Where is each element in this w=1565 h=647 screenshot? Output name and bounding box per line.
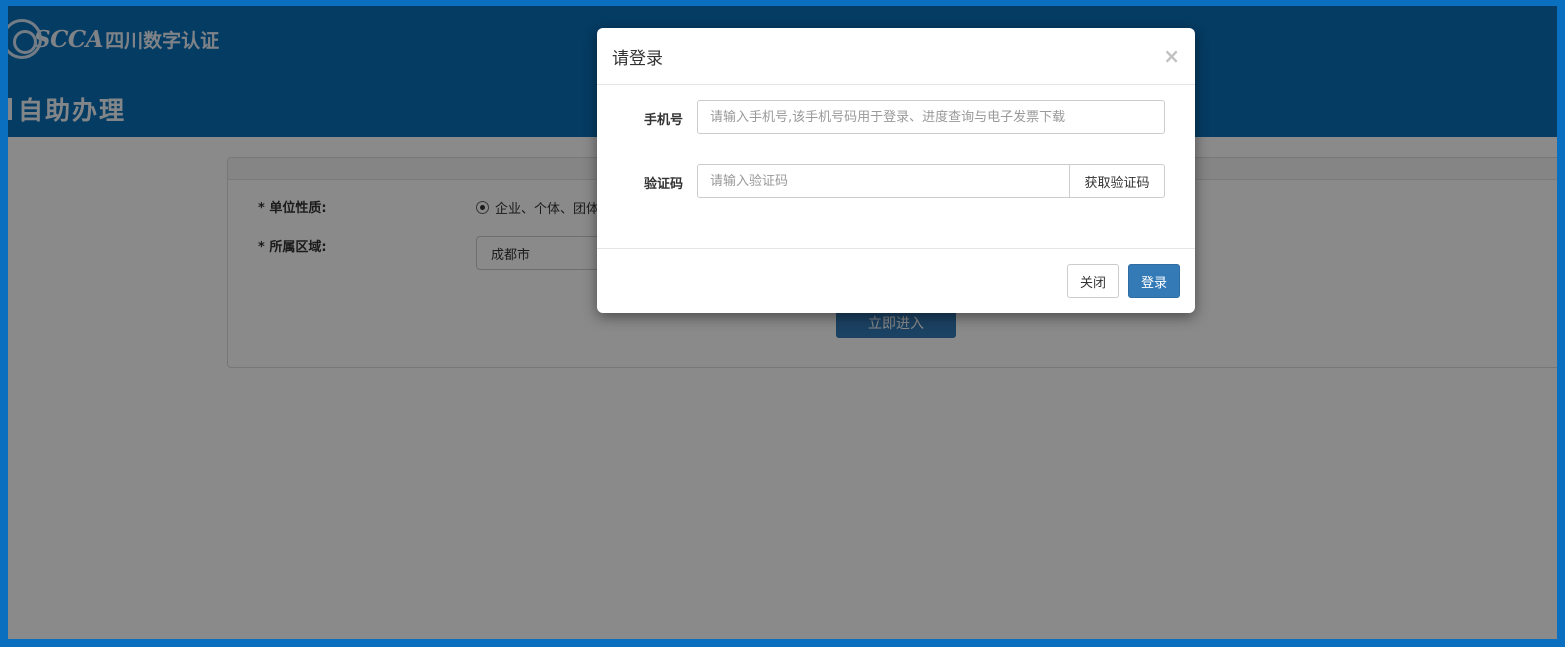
- login-modal: 请登录 × 手机号 验证码 获取验证码 关闭 登录: [597, 28, 1195, 313]
- login-button[interactable]: 登录: [1127, 264, 1180, 298]
- modal-footer: 关闭 登录: [597, 248, 1195, 313]
- modal-header: 请登录 ×: [597, 28, 1195, 85]
- verification-code-input[interactable]: [697, 164, 1070, 198]
- modal-title: 请登录: [612, 48, 663, 69]
- get-code-button[interactable]: 获取验证码: [1069, 164, 1165, 198]
- close-button[interactable]: 关闭: [1066, 264, 1119, 298]
- modal-body: 手机号 验证码 获取验证码: [597, 85, 1195, 248]
- close-icon[interactable]: ×: [1163, 46, 1180, 66]
- phone-label: 手机号: [643, 113, 683, 128]
- phone-input[interactable]: [697, 100, 1165, 134]
- verification-code-label: 验证码: [643, 177, 683, 192]
